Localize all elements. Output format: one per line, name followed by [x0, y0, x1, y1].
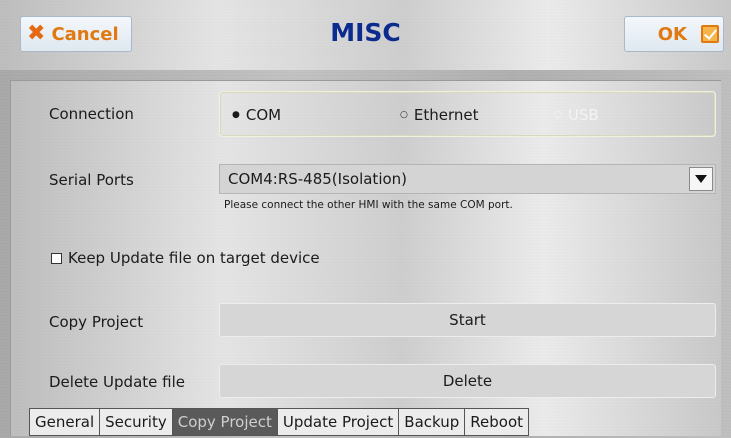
ok-button[interactable]: OK: [624, 16, 724, 52]
serial-ports-dropdown[interactable]: COM4:RS-485(Isolation): [219, 164, 716, 194]
delete-update-label: Delete Update file: [49, 373, 185, 391]
connection-label: Connection: [49, 105, 134, 123]
radio-usb: ○ USB: [554, 106, 599, 124]
header-bar: ✖ Cancel MISC OK: [0, 0, 731, 70]
tab-security[interactable]: Security: [99, 408, 173, 436]
radio-ethernet-label: Ethernet: [413, 106, 479, 124]
keep-update-checkbox-row[interactable]: Keep Update file on target device: [51, 249, 320, 267]
tab-update-project[interactable]: Update Project: [276, 408, 400, 436]
tab-bar: General Security Copy Project Update Pro…: [29, 408, 530, 436]
radio-selected-icon: ●: [232, 110, 240, 120]
tab-reboot[interactable]: Reboot: [464, 408, 530, 436]
serial-ports-label: Serial Ports: [49, 171, 134, 189]
tab-copy-project[interactable]: Copy Project: [171, 408, 278, 436]
radio-usb-label: USB: [567, 106, 599, 124]
radio-ethernet[interactable]: ○ Ethernet: [400, 106, 478, 124]
radio-com-label: COM: [245, 106, 282, 124]
serial-ports-value: COM4:RS-485(Isolation): [228, 170, 408, 188]
tab-general[interactable]: General: [29, 408, 101, 436]
serial-ports-hint: Please connect the other HMI with the sa…: [224, 199, 513, 211]
tab-backup[interactable]: Backup: [398, 408, 466, 436]
page-title: MISC: [330, 18, 401, 47]
checkbox-checked-icon: [701, 25, 719, 43]
keep-update-checkbox[interactable]: [51, 252, 62, 264]
radio-com[interactable]: ● COM: [232, 106, 281, 124]
delete-button[interactable]: Delete: [219, 364, 716, 398]
radio-unselected-icon: ○: [554, 110, 562, 120]
chevron-down-icon[interactable]: [689, 167, 713, 191]
settings-panel: Connection ● COM ○ Ethernet ○ USB Serial…: [10, 80, 721, 436]
keep-update-label: Keep Update file on target device: [68, 249, 320, 267]
start-button[interactable]: Start: [219, 303, 716, 337]
copy-project-label: Copy Project: [49, 313, 144, 331]
radio-unselected-icon: ○: [400, 110, 408, 120]
connection-radio-group: ● COM ○ Ethernet ○ USB: [219, 91, 716, 137]
ok-label: OK: [657, 23, 687, 45]
